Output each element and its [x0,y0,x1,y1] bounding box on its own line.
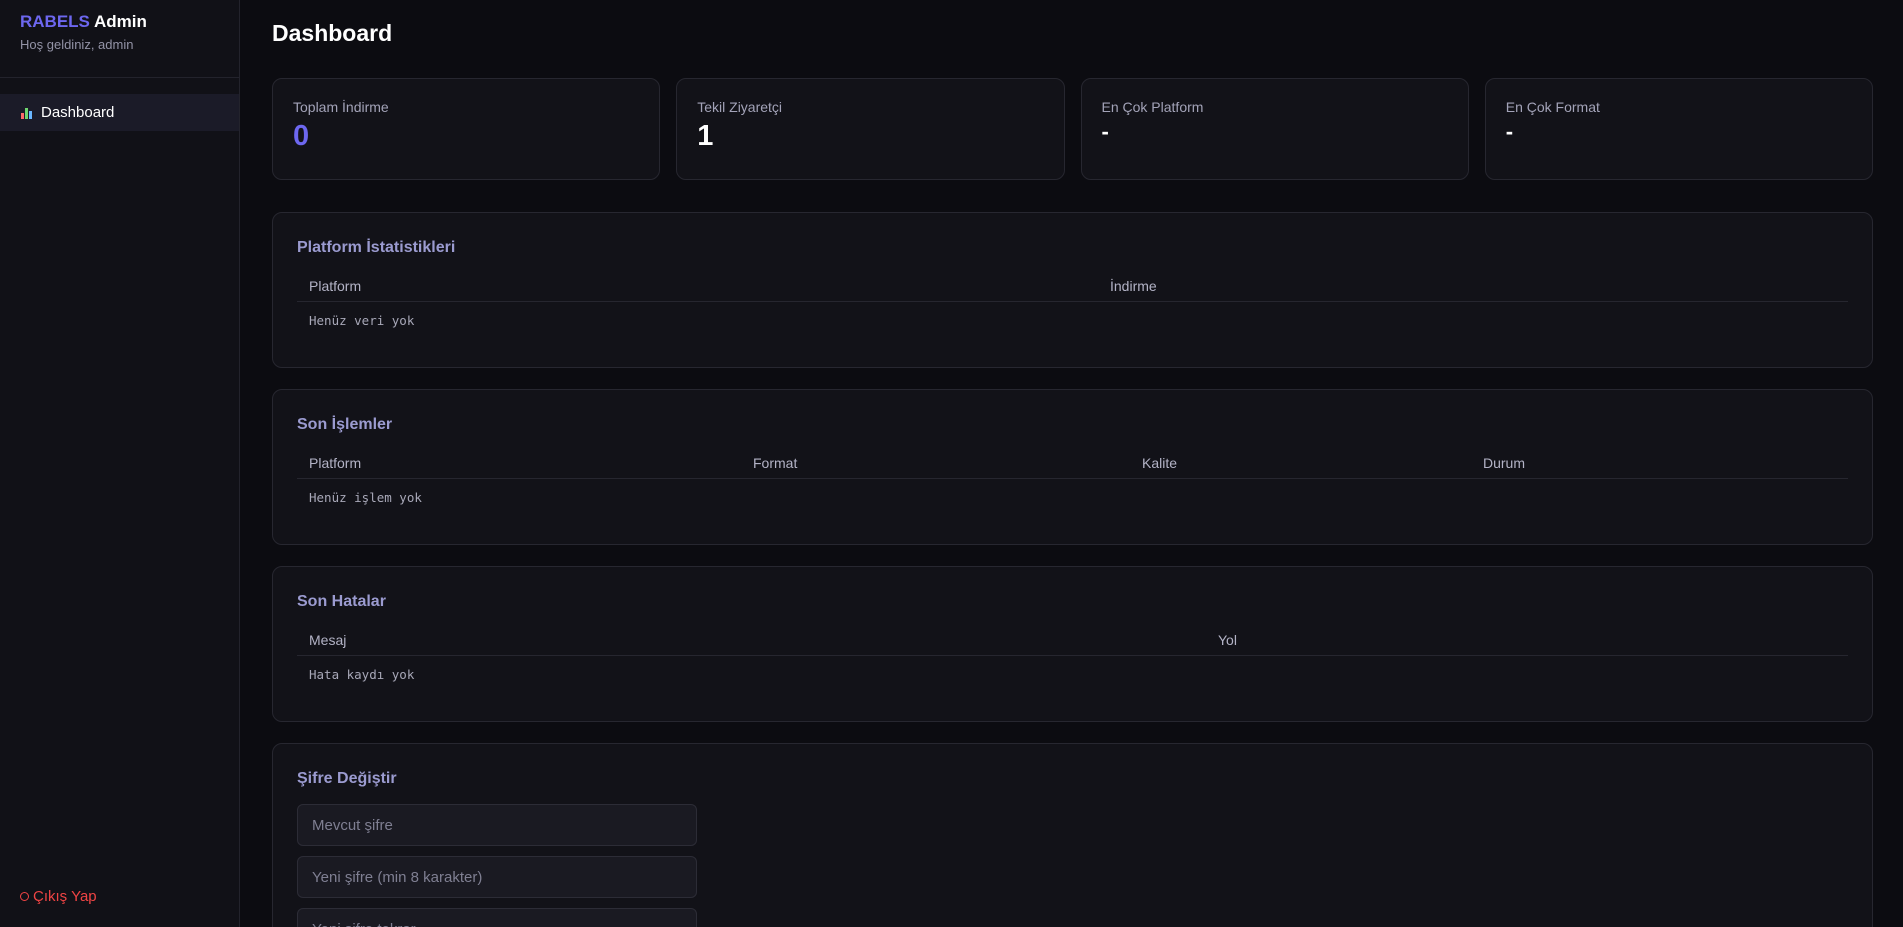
column-header: Mesaj [309,632,347,648]
sidebar-item-dashboard[interactable]: Dashboard [0,94,239,131]
table-header: Platform İndirme [297,271,1848,302]
table-row: Henüz veri yok [297,302,1848,338]
panel-title: Şifre Değiştir [297,770,397,787]
column-header: Yol [1218,632,1237,648]
welcome-text: Hoş geldiniz, admin [20,37,134,52]
current-password-input[interactable] [297,804,697,846]
brand-main: Admin [94,12,147,31]
stat-label: Toplam İndirme [293,99,389,115]
brand: RABELS Admin Hoş geldiniz, admin [0,0,239,78]
panel-title: Platform İstatistikleri [297,239,456,256]
logout-label: Çıkış Yap [33,888,97,905]
main-content: Dashboard Toplam İndirme 0 Tekil Ziyaret… [240,0,1903,927]
empty-message: Henüz veri yok [309,312,415,328]
stat-card-top-platform: En Çok Platform - [1080,78,1469,180]
stat-card-top-format: En Çok Format - [1484,78,1873,180]
stat-value: - [1101,119,1109,144]
recent-operations-table: Platform Format Kalite Durum Henüz işlem… [297,448,1848,515]
panel-title: Son İşlemler [297,416,393,433]
power-icon [20,892,29,901]
recent-errors-table: Mesaj Yol Hata kaydı yok [297,625,1848,692]
panel-title: Son Hatalar [297,593,386,610]
stat-label: En Çok Format [1505,99,1600,115]
stat-card-unique-visitors: Tekil Ziyaretçi 1 [676,78,1065,180]
password-change-panel: Şifre Değiştir [272,743,1873,927]
stat-card-total-downloads: Toplam İndirme 0 [272,78,661,180]
empty-message: Hata kaydı yok [309,666,415,682]
stat-label: Tekil Ziyaretçi [697,99,783,115]
logout-button[interactable]: Çıkış Yap [20,888,97,905]
table-row: Henüz işlem yok [297,479,1848,515]
sidebar-nav: Dashboard [0,94,239,131]
new-password-input[interactable] [297,856,697,898]
sidebar-item-label: Dashboard [41,104,115,121]
column-header: Format [753,455,798,471]
table-header: Platform Format Kalite Durum [297,448,1848,479]
stat-value: 0 [293,120,310,152]
repeat-password-input[interactable] [297,908,697,927]
app-root: RABELS Admin Hoş geldiniz, admin Dashboa… [0,0,1903,927]
empty-message: Henüz işlem yok [309,489,422,505]
brand-title: RABELS Admin [20,12,219,32]
recent-errors-panel: Son Hatalar Mesaj Yol Hata kaydı yok [272,566,1873,722]
column-header: İndirme [1110,278,1157,294]
recent-operations-panel: Son İşlemler Platform Format Kalite Duru… [272,389,1873,545]
stat-value: - [1505,119,1514,144]
stat-value: 1 [697,120,714,152]
platform-stats-panel: Platform İstatistikleri Platform İndirme… [272,212,1873,368]
stat-label: En Çok Platform [1101,99,1204,115]
column-header: Kalite [1142,455,1178,471]
column-header: Platform [309,278,362,294]
sidebar: RABELS Admin Hoş geldiniz, admin Dashboa… [0,0,240,927]
table-header: Mesaj Yol [297,625,1848,656]
column-header: Durum [1483,455,1526,471]
brand-accent: RABELS [20,12,90,31]
stats-row: Toplam İndirme 0 Tekil Ziyaretçi 1 En Ço… [272,78,1873,180]
platform-stats-table: Platform İndirme Henüz veri yok [297,271,1848,338]
column-header: Platform [309,455,362,471]
bar-chart-icon [21,107,34,119]
table-row: Hata kaydı yok [297,656,1848,692]
page-title: Dashboard [272,20,393,46]
